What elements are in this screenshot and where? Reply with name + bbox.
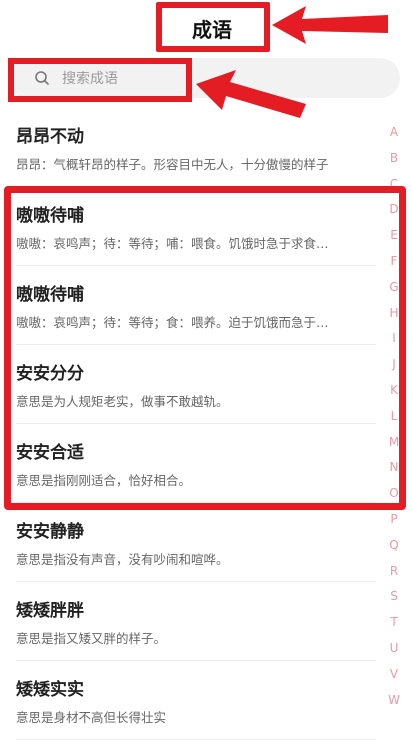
index-letter[interactable]: E [383,223,405,249]
index-letter[interactable]: G [383,275,405,301]
index-letter[interactable]: V [383,662,405,688]
list-item[interactable]: 安安分分 意思是为人规矩老实，做事不敢越轨。 [16,345,376,424]
index-letter[interactable]: K [383,378,405,404]
idiom-description: 意思是指没有声音，没有吵闹和喧哗。 [16,552,229,567]
idiom-description: 意思是身材不高但长得壮实 [16,710,167,725]
index-letter[interactable]: J [383,352,405,378]
list-item[interactable]: 嗷嗷待哺 嗷嗷：哀鸣声；待：等待；食：喂养。迫于饥饿而急于… [16,266,376,345]
idiom-description: 嗷嗷：哀鸣声；待：等待；食：喂养。迫于饥饿而急于… [16,315,329,330]
list-item[interactable]: 安安合适 意思是指刚刚适合，恰好相合。 [16,424,376,503]
list-item[interactable]: 矮矮胖胖 意思是指又矮又胖的样子。 [16,582,376,661]
idiom-title: 安安分分 [16,364,84,384]
search-input[interactable] [60,66,264,92]
search-icon [35,71,49,85]
index-letter[interactable]: R [383,559,405,585]
idiom-title: 昂昂不动 [16,127,84,147]
index-letter[interactable]: L [383,404,405,430]
list-item[interactable]: 昂昂不动 昂昂：气概轩昂的样子。形容目中无人，十分傲慢的样子 [16,108,376,187]
idiom-description: 意思是为人规矩老实，做事不敢越轨。 [16,394,229,409]
idiom-description: 嗷嗷：哀鸣声；待：等待；哺：喂食。饥饿时急于求食… [16,236,329,251]
list-item[interactable]: 嗷嗷待哺 嗷嗷：哀鸣声；待：等待；哺：喂食。饥饿时急于求食… [16,187,376,266]
index-letter[interactable]: A [383,120,405,146]
index-letter[interactable]: F [383,249,405,275]
index-letter[interactable]: C [383,172,405,198]
index-letter[interactable]: W [383,688,405,714]
idiom-title: 矮矮实实 [16,680,84,700]
idiom-description: 意思是指刚刚适合，恰好相合。 [16,473,192,488]
index-letter[interactable]: Q [383,533,405,559]
idiom-description: 意思是指又矮又胖的样子。 [16,631,167,646]
index-letter[interactable]: P [383,507,405,533]
index-letter[interactable]: M [383,430,405,456]
idiom-list: 昂昂不动 昂昂：气概轩昂的样子。形容目中无人，十分傲慢的样子 嗷嗷待哺 嗷嗷：哀… [0,108,380,740]
index-letter[interactable]: O [383,481,405,507]
page-title: 成语 [192,17,232,42]
index-letter[interactable]: S [383,584,405,610]
idiom-title: 嗷嗷待哺 [16,285,84,305]
idiom-title: 嗷嗷待哺 [16,206,84,226]
alphabet-index[interactable]: A B C D E F G H I J K L M N O P Q R S T … [383,120,405,713]
index-letter[interactable]: B [383,146,405,172]
index-letter[interactable]: H [383,301,405,327]
list-item[interactable]: 矮矮实实 意思是身材不高但长得壮实 [16,661,376,740]
idiom-description: 昂昂：气概轩昂的样子。形容目中无人，十分傲慢的样子 [16,157,329,172]
idiom-title: 安安合适 [16,443,84,463]
index-letter[interactable]: I [383,326,405,352]
index-letter[interactable]: D [383,197,405,223]
idiom-title: 矮矮胖胖 [16,601,84,621]
header-bar: 成语 [0,0,412,52]
idiom-title: 安安静静 [16,522,84,542]
search-bar[interactable] [8,58,400,98]
list-item[interactable]: 安安静静 意思是指没有声音，没有吵闹和喧哗。 [16,503,376,582]
index-letter[interactable]: N [383,455,405,481]
index-letter[interactable]: T [383,610,405,636]
index-letter[interactable]: U [383,636,405,662]
